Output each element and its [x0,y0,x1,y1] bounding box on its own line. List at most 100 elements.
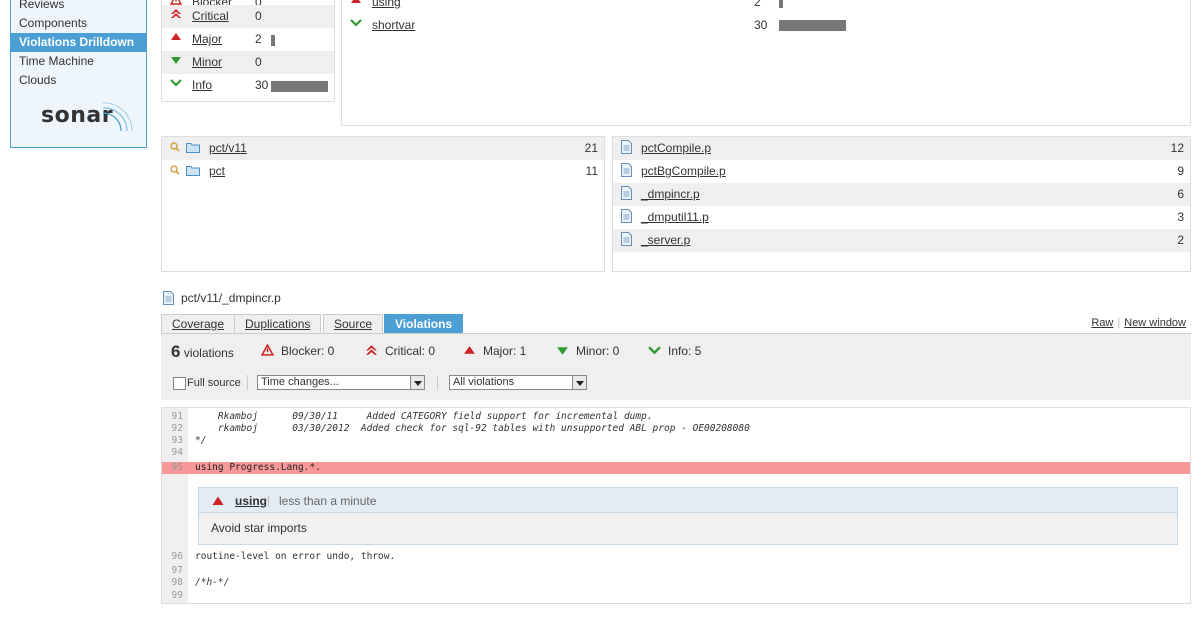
severity-name[interactable]: Info [192,78,212,92]
directory-row[interactable]: pct/v11 21 [162,137,604,160]
file-icon [621,163,632,177]
summary-label: Minor: 0 [576,344,620,358]
violations-summary: 6 violations Blocker: 0 Critical: 0 Majo… [161,334,1191,400]
file-count: 6 [1177,187,1184,201]
chevron-down-icon[interactable] [410,375,425,390]
info-icon [350,19,362,27]
major-icon [351,0,361,3]
sidebar-item-time-machine[interactable]: Time Machine [11,52,146,71]
severity-row-major[interactable]: Major 2 [162,28,334,51]
logo-waves-icon [102,102,133,132]
severity-row-info[interactable]: Info 30 [162,74,334,97]
line-number: 93 [171,435,183,446]
file-name[interactable]: pctCompile.p [641,141,711,155]
rule-row[interactable]: using 2 [342,0,1190,14]
file-row[interactable]: _server.p 2 [613,229,1190,252]
info-icon [170,79,182,87]
severity-name[interactable]: Major [192,32,222,46]
directory-list: pct/v11 21 pct 11 [161,136,605,272]
line-source: using Progress.Lang.*. [195,462,321,473]
violations-total: 6 violations [171,342,234,362]
file-count: 3 [1177,210,1184,224]
severity-list: Blocker 0 Critical 0 Major 2 Minor 0 Inf… [161,0,335,102]
file-name[interactable]: _dmputil11.p [641,210,709,224]
severity-name[interactable]: Critical [192,9,229,23]
resource-title: pct/v11/_dmpincr.p [181,291,281,305]
rule-bar [779,20,846,31]
directory-name[interactable]: pct [209,164,225,178]
rule-name[interactable]: using [372,0,401,9]
sidebar-item-clouds[interactable]: Clouds [11,71,146,90]
line-number: 91 [171,411,183,422]
file-count: 9 [1177,164,1184,178]
severity-count: 0 [255,9,262,23]
file-row[interactable]: _dmpincr.p 6 [613,183,1190,206]
file-name[interactable]: _server.p [641,233,690,247]
new-window-link[interactable]: New window [1124,317,1186,329]
line-source: rkamboj 03/30/2012 Added check for sql-9… [195,423,750,434]
code-line-highlighted: 95 using Progress.Lang.*. [162,462,1190,474]
code-line: 97 [162,565,1190,576]
raw-link[interactable]: Raw [1091,317,1113,329]
file-name[interactable]: pctBgCompile.p [641,164,726,178]
rule-count: 2 [754,0,761,9]
violations-count: 6 [171,342,181,361]
time-changes-select[interactable]: Time changes... [257,375,425,390]
resource-links: Raw | New window [1091,317,1186,329]
full-source-label: Full source [187,377,241,389]
rule-row[interactable]: shortvar 30 [342,14,1190,37]
zoom-icon[interactable] [170,165,180,175]
full-source-checkbox[interactable] [173,377,186,390]
summary-label: Info: 5 [668,344,702,358]
line-number: 99 [171,590,183,601]
tab-duplications[interactable]: Duplications [234,314,322,333]
violation-separator: | [267,493,271,507]
code-line: 99 [162,590,1190,601]
file-icon [163,291,174,305]
severity-row-critical[interactable]: Critical 0 [162,5,334,28]
code-line: 91 Rkamboj 09/30/11 Added CATEGORY field… [162,411,1190,422]
directory-name[interactable]: pct/v11 [209,141,247,155]
minor-icon [557,347,568,355]
tab-coverage[interactable]: Coverage [161,314,236,333]
tab-violations[interactable]: Violations [384,314,464,333]
sidebar-item-reviews[interactable]: Reviews [11,0,146,14]
folder-icon [186,143,200,153]
line-number: 96 [171,551,183,562]
sidebar-item-violations-drilldown[interactable]: Violations Drilldown [11,33,146,52]
file-name[interactable]: _dmpincr.p [641,187,700,201]
tab-source[interactable]: Source [323,314,384,333]
sidebar-item-components[interactable]: Components [11,14,146,33]
summary-label: Critical: 0 [385,344,436,358]
rules-list: using 2 shortvar 30 [341,0,1191,126]
line-number: 94 [171,447,183,458]
violation-time: less than a minute [279,494,377,508]
major-icon [464,346,475,354]
severity-bar [271,81,328,92]
violation-rule-link[interactable]: using [235,494,267,508]
code-line: 98 /*h-*/ [162,577,1190,588]
rule-name[interactable]: shortvar [372,18,415,32]
severity-name[interactable]: Minor [192,55,222,69]
line-source: routine-level on error undo, throw. [195,551,396,562]
code-line: 93 */ [162,435,1190,446]
blocker-icon [261,344,274,356]
file-icon [621,186,632,200]
directory-row[interactable]: pct 11 [162,160,604,183]
code-line: 92 rkamboj 03/30/2012 Added check for sq… [162,423,1190,434]
file-row[interactable]: pctBgCompile.p 9 [613,160,1190,183]
file-row[interactable]: pctCompile.p 12 [613,137,1190,160]
zoom-icon[interactable] [170,142,180,152]
violations-filter-value: All violations [453,376,515,388]
violations-filter-select[interactable]: All violations [449,375,587,390]
file-row[interactable]: _dmputil11.p 3 [613,206,1190,229]
sidebar-nav: Reviews Components Violations Drilldown … [11,0,146,90]
rule-count: 30 [754,18,768,32]
code-line: 96 routine-level on error undo, throw. [162,551,1190,562]
severity-row-minor[interactable]: Minor 0 [162,51,334,74]
severity-count: 0 [255,55,262,69]
chevron-down-icon[interactable] [572,375,587,390]
code-line: 94 [162,447,1190,458]
violations-label: violations [183,346,234,360]
file-count: 12 [1170,141,1184,155]
